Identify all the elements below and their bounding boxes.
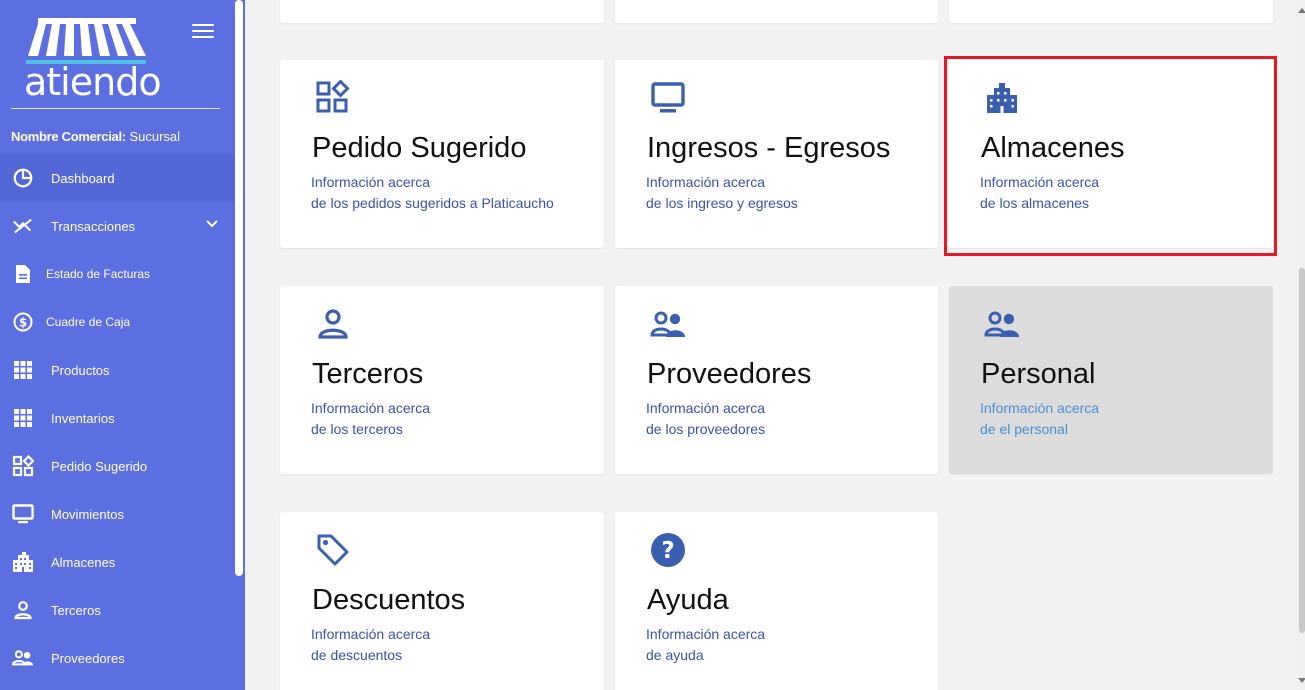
main-content: Pedido Sugerido Información acerca de lo…: [245, 0, 1305, 690]
svg-text:$: $: [19, 316, 27, 330]
people-icon: [12, 647, 34, 669]
grid-icon: [12, 359, 34, 381]
sidebar-item-inventarios[interactable]: Inventarios: [0, 394, 235, 442]
scroll-down-icon[interactable]: [1298, 678, 1305, 683]
cash-icon: $: [12, 311, 34, 333]
card-title: Ayuda: [647, 584, 729, 616]
help-icon: ?: [651, 533, 685, 567]
logo-text: atiendo: [24, 60, 162, 104]
card-title: Terceros: [312, 358, 424, 390]
card-partial[interactable]: [949, 0, 1273, 23]
menu-toggle-icon[interactable]: [192, 24, 214, 42]
card-description: de el personal: [980, 421, 1068, 437]
card-descuentos[interactable]: Descuentos Información acerca de descuen…: [280, 512, 604, 690]
sidebar-item-label: Cuadre de Caja: [46, 315, 131, 329]
people-icon: [984, 311, 1019, 337]
card-description: de los pedidos sugeridos a Platicaucho: [311, 195, 554, 211]
card-description: de los proveedores: [646, 421, 766, 437]
tag-icon: [317, 534, 351, 566]
sidebar-item-label: Dashboard: [51, 170, 115, 186]
awning-logo-icon: [26, 18, 146, 64]
card-ayuda[interactable]: ? Ayuda Información acerca de ayuda: [615, 512, 938, 690]
card-almacenes[interactable]: Almacenes Información acerca de los alma…: [949, 60, 1273, 248]
sidebar-item-proveedores[interactable]: Proveedores: [0, 634, 235, 682]
sidebar-item-label: Almacenes: [51, 554, 116, 570]
business-value: Sucursal: [129, 129, 181, 144]
card-description: de ayuda: [646, 647, 704, 663]
building-icon: [987, 83, 1017, 113]
card-subtitle: Información acerca: [311, 626, 431, 642]
card-subtitle: Información acerca: [646, 400, 766, 416]
card-ingresos-egresos[interactable]: Ingresos - Egresos Información acerca de…: [615, 60, 938, 248]
person-icon: [318, 309, 348, 339]
sidebar-item-estado-facturas[interactable]: Estado de Facturas: [0, 250, 235, 298]
card-pedido-sugerido[interactable]: Pedido Sugerido Información acerca de lo…: [280, 60, 604, 248]
scroll-up-icon[interactable]: [1298, 8, 1305, 13]
sidebar-item-label: Proveedores: [51, 650, 125, 666]
card-title: Personal: [981, 358, 1096, 390]
card-subtitle: Información acerca: [646, 626, 766, 642]
sidebar-item-movimientos[interactable]: Movimientos: [0, 490, 235, 538]
card-title: Almacenes: [981, 132, 1125, 164]
sidebar-item-cuadre-caja[interactable]: $ Cuadre de Caja: [0, 298, 235, 346]
people-icon: [650, 311, 685, 337]
sidebar-item-label: Movimientos: [51, 506, 124, 522]
card-title: Proveedores: [647, 358, 812, 390]
card-description: de los terceros: [311, 421, 403, 437]
person-icon: [12, 599, 34, 621]
card-partial[interactable]: [615, 0, 938, 23]
divider: [11, 108, 220, 109]
card-personal[interactable]: Personal Información acerca de el person…: [949, 286, 1273, 474]
widgets-icon: [12, 455, 34, 477]
sidebar-item-dashboard[interactable]: Dashboard: [0, 154, 235, 202]
business-name: Nombre Comercial: Sucursal: [11, 129, 180, 144]
chevron-down-icon[interactable]: [206, 220, 218, 228]
monitor-icon: [12, 503, 34, 525]
card-subtitle: Información acerca: [980, 174, 1100, 190]
sidebar-item-almacenes[interactable]: Almacenes: [0, 538, 235, 586]
sidebar-item-terceros[interactable]: Terceros: [0, 586, 235, 634]
sidebar-item-label: Inventarios: [51, 410, 115, 426]
sidebar-item-label: Productos: [51, 362, 110, 378]
card-title: Pedido Sugerido: [312, 132, 527, 164]
sidebar-item-label: Pedido Sugerido: [51, 458, 148, 474]
card-proveedores[interactable]: Proveedores Información acerca de los pr…: [615, 286, 938, 474]
sidebar-item-label: Estado de Facturas: [46, 267, 151, 281]
grid-icon: [12, 407, 34, 429]
card-subtitle: Información acerca: [311, 174, 431, 190]
atiendo-logo[interactable]: atiendo: [24, 16, 162, 104]
sidebar-scrollbar[interactable]: [235, 0, 243, 576]
svg-text:?: ?: [661, 538, 674, 564]
building-icon: [12, 551, 34, 573]
sidebar-item-pedido-sugerido[interactable]: Pedido Sugerido: [0, 442, 235, 490]
sidebar-item-transacciones[interactable]: Transacciones: [0, 202, 235, 250]
widgets-icon: [316, 80, 350, 113]
business-label: Nombre Comercial:: [11, 129, 126, 144]
card-description: de los almacenes: [980, 195, 1089, 211]
scrollbar-thumb[interactable]: [1299, 268, 1305, 633]
sidebar-item-label: Transacciones: [51, 218, 136, 234]
sidebar-menu: Dashboard Transacciones Estado de Factur…: [0, 154, 235, 682]
monitor-icon: [651, 82, 685, 113]
card-subtitle: Información acerca: [980, 400, 1100, 416]
transactions-icon: [12, 215, 34, 237]
card-subtitle: Información acerca: [646, 174, 766, 190]
sidebar-item-label: Terceros: [51, 602, 101, 618]
card-title: Ingresos - Egresos: [647, 132, 891, 164]
sidebar-item-productos[interactable]: Productos: [0, 346, 235, 394]
invoice-icon: [12, 263, 34, 285]
card-subtitle: Información acerca: [311, 400, 431, 416]
sidebar: atiendo Nombre Comercial: Sucursal Dashb…: [0, 0, 245, 690]
card-terceros[interactable]: Terceros Información acerca de los terce…: [280, 286, 604, 474]
card-partial[interactable]: [280, 0, 604, 23]
card-description: de los ingreso y egresos: [646, 195, 798, 211]
card-description: de descuentos: [311, 647, 403, 663]
card-title: Descuentos: [312, 584, 466, 616]
dashboard-icon: [12, 167, 34, 189]
